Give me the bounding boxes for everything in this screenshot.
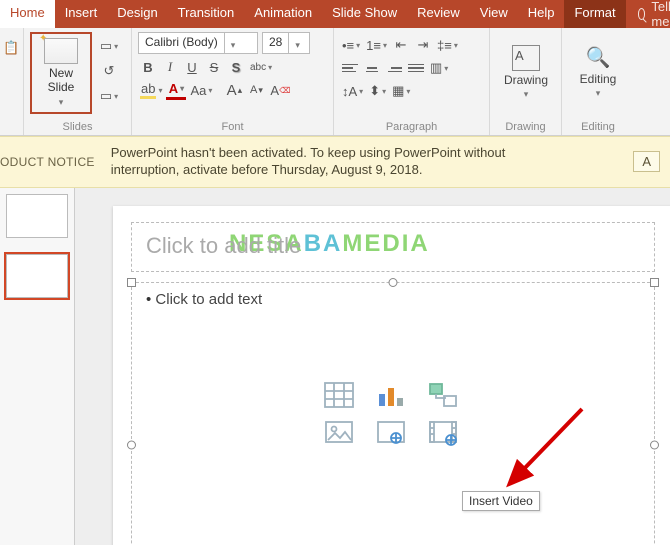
layout-button[interactable]: ▭ bbox=[98, 36, 120, 56]
work-area: NESABAMEDIA Click to add title Click to … bbox=[0, 188, 670, 545]
align-text-button[interactable]: ⬍ bbox=[367, 81, 388, 101]
slide-canvas-wrap: NESABAMEDIA Click to add title Click to … bbox=[75, 188, 670, 545]
slide-thumb-2[interactable] bbox=[6, 254, 68, 298]
align-center-button[interactable] bbox=[362, 58, 382, 78]
drawing-button[interactable]: A Drawing▾ bbox=[496, 32, 556, 112]
change-case-button[interactable]: Aa bbox=[188, 80, 214, 100]
justify-button[interactable] bbox=[406, 58, 426, 78]
slide[interactable]: NESABAMEDIA Click to add title Click to … bbox=[113, 206, 670, 545]
content-icon-grid bbox=[322, 381, 464, 447]
content-text[interactable]: Click to add text bbox=[146, 291, 640, 308]
smartart-button[interactable]: ▦ bbox=[390, 81, 412, 101]
shrink-font-button[interactable]: A▾ bbox=[246, 80, 266, 100]
underline-button[interactable]: U bbox=[182, 57, 202, 77]
paste-icon[interactable]: 📋 bbox=[1, 38, 21, 58]
tab-animation[interactable]: Animation bbox=[244, 0, 322, 28]
slide-thumb-1[interactable] bbox=[6, 194, 68, 238]
text-direction-button[interactable]: ↕A bbox=[340, 81, 365, 101]
tab-review[interactable]: Review bbox=[407, 0, 470, 28]
annotation-arrow bbox=[502, 401, 592, 491]
align-right-button[interactable] bbox=[384, 58, 404, 78]
tell-me[interactable]: Tell me bbox=[626, 0, 670, 28]
tab-slideshow[interactable]: Slide Show bbox=[322, 0, 407, 28]
indent-inc-button[interactable]: ⇥ bbox=[413, 35, 433, 55]
char-spacing-button[interactable]: abc bbox=[248, 57, 274, 77]
align-left-button[interactable] bbox=[340, 58, 360, 78]
insert-online-picture-icon[interactable] bbox=[374, 419, 408, 447]
highlight-button[interactable]: ab bbox=[138, 80, 164, 100]
clear-format-button[interactable]: A⌫ bbox=[268, 80, 292, 100]
editing-button[interactable]: 🔍 Editing▾ bbox=[568, 32, 628, 112]
new-slide-icon bbox=[44, 38, 78, 64]
italic-button[interactable]: I bbox=[160, 57, 180, 77]
columns-button[interactable]: ▥ bbox=[428, 58, 450, 78]
tab-insert[interactable]: Insert bbox=[55, 0, 108, 28]
insert-video-tooltip: Insert Video bbox=[462, 491, 540, 511]
thumbnail-panel[interactable] bbox=[0, 188, 75, 545]
tab-transition[interactable]: Transition bbox=[168, 0, 245, 28]
tab-design[interactable]: Design bbox=[107, 0, 167, 28]
strike-button[interactable]: S bbox=[204, 57, 224, 77]
title-placeholder[interactable]: Click to add title bbox=[131, 222, 655, 272]
tab-help[interactable]: Help bbox=[518, 0, 565, 28]
bullets-button[interactable]: •≡ bbox=[340, 35, 362, 55]
insert-chart-icon[interactable] bbox=[374, 381, 408, 409]
group-label-editing: Editing bbox=[562, 121, 634, 133]
new-slide-button[interactable]: New Slide ▾ bbox=[30, 32, 92, 114]
font-size-combo[interactable]: 28▾ bbox=[262, 32, 310, 54]
content-placeholder[interactable]: Click to add text Insert Video bbox=[131, 282, 655, 545]
ribbon: 📋 New Slide ▾ ▭ ↺ ▭ Slides Calibri (Body… bbox=[0, 28, 670, 136]
grow-font-button[interactable]: A▴ bbox=[224, 80, 244, 100]
group-label-drawing: Drawing bbox=[490, 121, 561, 133]
reset-button[interactable]: ↺ bbox=[98, 61, 120, 81]
notice-label: ODUCT NOTICE bbox=[0, 155, 99, 169]
insert-picture-icon[interactable] bbox=[322, 419, 356, 447]
activate-button[interactable]: A bbox=[633, 151, 660, 172]
ribbon-tabs: Home Insert Design Transition Animation … bbox=[0, 0, 670, 28]
bold-button[interactable]: B bbox=[138, 57, 158, 77]
product-notice-bar: ODUCT NOTICE PowerPoint hasn't been acti… bbox=[0, 136, 670, 188]
font-family-combo[interactable]: Calibri (Body)▾ bbox=[138, 32, 258, 54]
insert-table-icon[interactable] bbox=[322, 381, 356, 409]
group-label-font: Font bbox=[132, 121, 333, 133]
search-icon bbox=[638, 8, 646, 20]
group-label-slides: Slides bbox=[24, 121, 131, 133]
shadow-button[interactable]: S bbox=[226, 57, 246, 77]
find-icon: 🔍 bbox=[586, 45, 611, 70]
font-color-button[interactable]: A bbox=[166, 80, 186, 100]
tab-format[interactable]: Format bbox=[564, 0, 625, 28]
tab-view[interactable]: View bbox=[470, 0, 518, 28]
group-label-paragraph: Paragraph bbox=[334, 121, 489, 133]
indent-dec-button[interactable]: ⇤ bbox=[391, 35, 411, 55]
section-button[interactable]: ▭ bbox=[98, 86, 120, 106]
tab-home[interactable]: Home bbox=[0, 0, 55, 28]
numbering-button[interactable]: 1≡ bbox=[364, 35, 389, 55]
insert-smartart-icon[interactable] bbox=[426, 381, 460, 409]
drawing-icon: A bbox=[512, 45, 540, 71]
notice-text: PowerPoint hasn't been activated. To kee… bbox=[111, 145, 541, 179]
insert-video-icon[interactable] bbox=[426, 419, 460, 447]
line-spacing-button[interactable]: ‡≡ bbox=[435, 35, 460, 55]
